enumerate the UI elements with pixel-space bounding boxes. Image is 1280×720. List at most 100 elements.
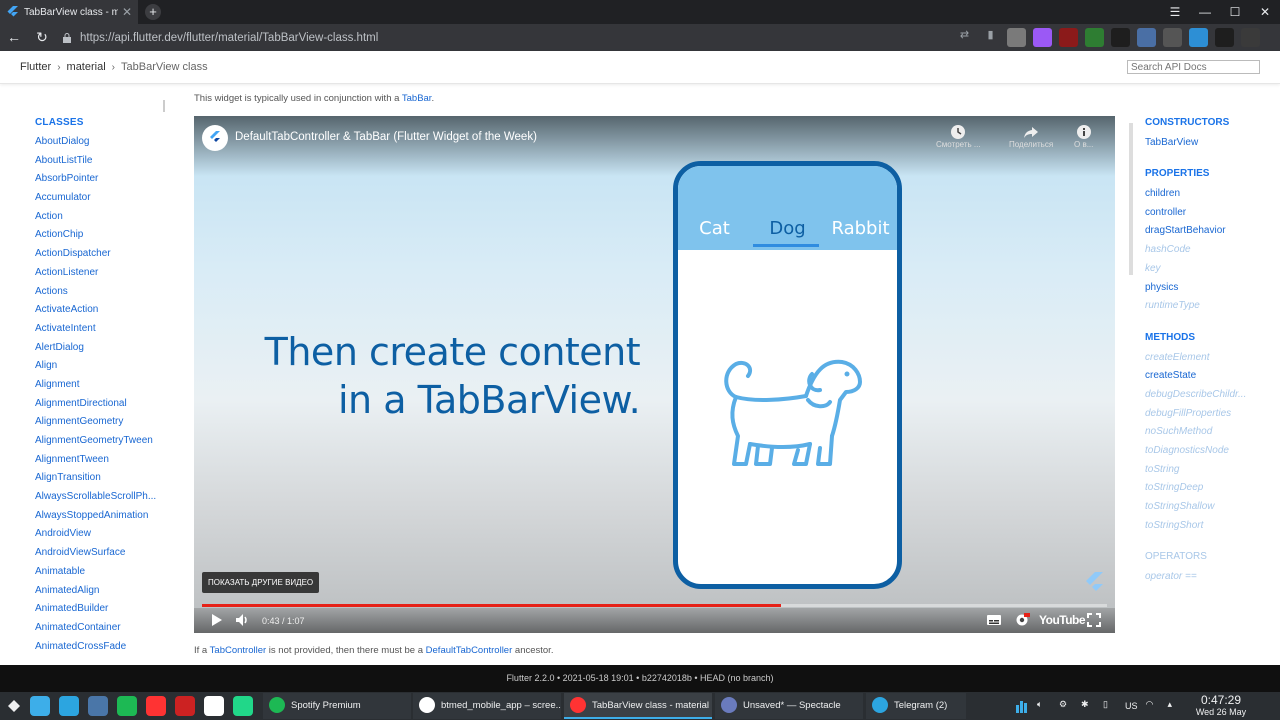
play-icon[interactable] <box>208 612 224 628</box>
fullscreen-icon[interactable] <box>1086 612 1102 628</box>
method-link[interactable]: toStringShort <box>1145 519 1265 538</box>
class-link[interactable]: AlignTransition <box>35 471 160 490</box>
extension-icon[interactable] <box>1163 28 1182 47</box>
extension-icon[interactable] <box>1033 28 1052 47</box>
class-link[interactable]: AnimatedCrossFade <box>35 640 160 659</box>
extension-icon[interactable] <box>1007 28 1026 47</box>
battery-tray-icon[interactable]: ▯ <box>1103 699 1117 713</box>
tray-expand-icon[interactable]: ▴ <box>1168 699 1182 713</box>
method-link[interactable]: debugFillProperties <box>1145 407 1265 426</box>
dolphin-icon[interactable] <box>30 696 50 716</box>
volume-icon[interactable] <box>234 612 250 628</box>
method-link[interactable]: noSuchMethod <box>1145 425 1265 444</box>
class-link[interactable]: AndroidViewSurface <box>35 546 160 565</box>
class-link[interactable]: AlertDialog <box>35 341 160 360</box>
spotify-icon[interactable] <box>117 696 137 716</box>
taskbar-task[interactable]: Spotify Premium <box>263 693 411 719</box>
method-link[interactable]: toStringDeep <box>1145 481 1265 500</box>
class-link[interactable]: AnimatedContainer <box>35 621 160 640</box>
class-link[interactable]: Align <box>35 359 160 378</box>
vk-icon[interactable] <box>88 696 108 716</box>
class-link[interactable]: AlignmentTween <box>35 453 160 472</box>
constructor-item[interactable]: TabBarView <box>1145 136 1265 155</box>
class-link[interactable]: AlignmentDirectional <box>35 397 160 416</box>
telegram-icon[interactable] <box>59 696 79 716</box>
class-link[interactable]: Action <box>35 210 160 229</box>
methods-heading[interactable]: METHODS <box>1145 332 1265 351</box>
class-link[interactable]: ActionListener <box>35 266 160 285</box>
property-link[interactable]: key <box>1145 262 1265 281</box>
right-nav-scrollbar[interactable] <box>1129 123 1133 275</box>
class-link[interactable]: ActionChip <box>35 228 160 247</box>
extension-icon[interactable] <box>1215 28 1234 47</box>
tabbar-link[interactable]: TabBar <box>402 93 432 104</box>
browser-tab-active[interactable]: TabBarView class - mat ✕ <box>0 0 138 24</box>
video-title[interactable]: DefaultTabController & TabBar (Flutter W… <box>235 131 537 143</box>
class-link[interactable]: ActionDispatcher <box>35 247 160 266</box>
class-link[interactable]: ActivateIntent <box>35 322 160 341</box>
video-progress-track[interactable] <box>202 604 1107 607</box>
class-link[interactable]: Alignment <box>35 378 160 397</box>
method-link[interactable]: toDiagnosticsNode <box>1145 444 1265 463</box>
operators-heading[interactable]: OPERATORS <box>1145 551 1265 570</box>
new-tab-button[interactable]: + <box>145 4 161 20</box>
extension-icon[interactable] <box>1241 28 1260 47</box>
class-link[interactable]: Accumulator <box>35 191 160 210</box>
address-bar[interactable]: https://api.flutter.dev/flutter/material… <box>62 27 1002 48</box>
close-window-icon[interactable]: ✕ <box>1250 0 1280 24</box>
class-link[interactable]: AndroidView <box>35 527 160 546</box>
method-link[interactable]: debugDescribeChildr... <box>1145 388 1265 407</box>
class-link[interactable]: ActivateAction <box>35 303 160 322</box>
left-nav-scrollbar[interactable] <box>163 100 165 112</box>
operator-link[interactable]: operator == <box>1145 570 1265 589</box>
method-link[interactable]: createState <box>1145 369 1265 388</box>
reload-button[interactable]: ↻ <box>28 24 56 51</box>
taskbar-task[interactable]: Unsaved* — Spectacle <box>715 693 863 719</box>
crumb-material[interactable]: material <box>67 61 106 73</box>
method-link[interactable]: toString <box>1145 463 1265 482</box>
more-videos-button[interactable]: ПОКАЗАТЬ ДРУГИЕ ВИДЕО <box>202 572 320 593</box>
tabcontroller-link[interactable]: TabController <box>210 645 267 656</box>
clock[interactable]: 0:47:29 Wed 26 May <box>1190 694 1252 718</box>
maximize-icon[interactable]: ☐ <box>1220 0 1250 24</box>
class-link[interactable]: Animatable <box>35 565 160 584</box>
properties-heading[interactable]: PROPERTIES <box>1145 168 1265 187</box>
class-link[interactable]: AlignmentGeometryTween <box>35 434 160 453</box>
defaulttabcontroller-link[interactable]: DefaultTabController <box>426 645 513 656</box>
property-link[interactable]: dragStartBehavior <box>1145 224 1265 243</box>
wifi-tray-icon[interactable]: ◠ <box>1146 699 1160 713</box>
minimize-icon[interactable]: — <box>1190 0 1220 24</box>
yandex-browser-icon[interactable] <box>146 696 166 716</box>
class-link[interactable]: AboutListTile <box>35 154 160 173</box>
classes-heading[interactable]: CLASSES <box>35 117 160 135</box>
property-link[interactable]: controller <box>1145 206 1265 225</box>
extension-icon[interactable] <box>1137 28 1156 47</box>
search-api-input[interactable] <box>1127 60 1260 74</box>
class-link[interactable]: AbsorbPointer <box>35 172 160 191</box>
crumb-flutter[interactable]: Flutter <box>20 61 51 73</box>
writer-icon[interactable] <box>204 696 224 716</box>
taskbar-task[interactable]: TabBarView class - material ... <box>564 693 712 719</box>
keyboard-layout[interactable]: US <box>1125 701 1138 711</box>
class-link[interactable]: AlwaysStoppedAnimation <box>35 509 160 528</box>
class-link[interactable]: AnimatedAlign <box>35 584 160 603</box>
network-tray-icon[interactable]: ⚙︎ <box>1059 699 1073 713</box>
class-link[interactable]: AlignmentGeometry <box>35 415 160 434</box>
property-link[interactable]: hashCode <box>1145 243 1265 262</box>
translate-icon[interactable]: ⇄ <box>955 28 974 47</box>
constructors-heading[interactable]: CONSTRUCTORS <box>1145 117 1265 136</box>
system-monitor-icon[interactable] <box>1015 699 1029 713</box>
class-link[interactable]: Actions <box>35 285 160 304</box>
menu-icon[interactable]: ☰ <box>1160 0 1190 24</box>
class-link[interactable]: AnimatedBuilder <box>35 602 160 621</box>
volume-tray-icon[interactable]: 🔈︎ <box>1037 699 1051 713</box>
youtube-video-player[interactable]: DefaultTabController & TabBar (Flutter W… <box>194 116 1115 633</box>
subtitles-icon[interactable] <box>986 612 1002 628</box>
bluetooth-tray-icon[interactable]: ✱ <box>1081 699 1095 713</box>
settings-icon[interactable] <box>1014 612 1030 628</box>
taskbar-task[interactable]: Telegram (2) <box>866 693 966 719</box>
property-link[interactable]: physics <box>1145 281 1265 300</box>
share-button[interactable]: Поделиться <box>1009 124 1053 149</box>
extension-icon[interactable] <box>1189 28 1208 47</box>
back-button[interactable]: ← <box>0 24 28 51</box>
